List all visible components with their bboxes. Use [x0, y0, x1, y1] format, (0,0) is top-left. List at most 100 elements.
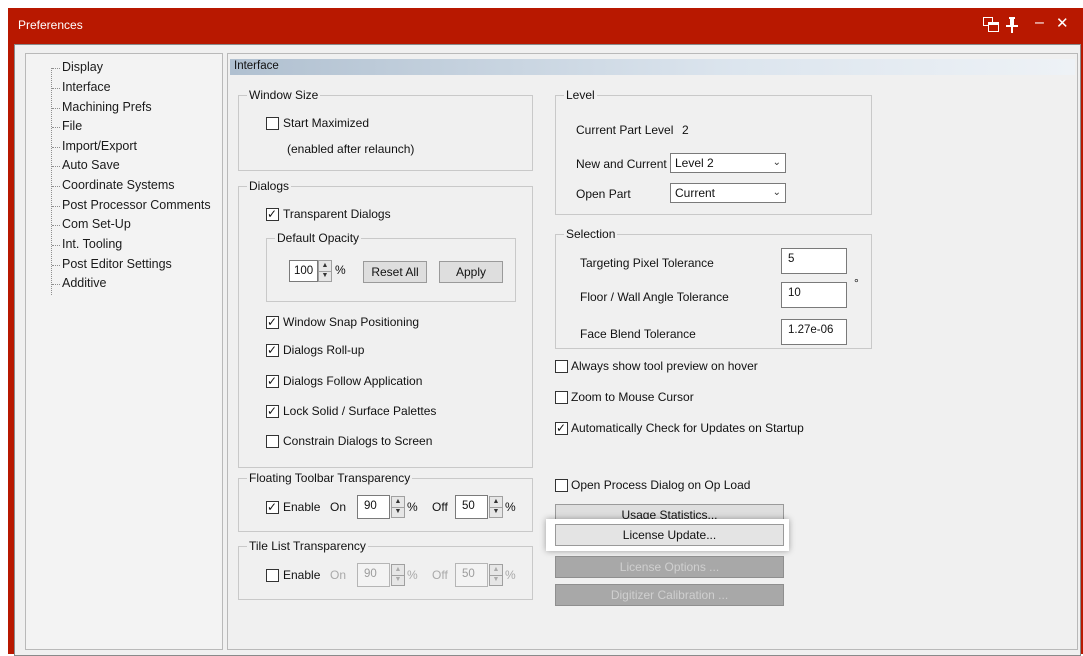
dialogs-rollup-checkbox[interactable]: ✓	[266, 343, 279, 357]
close-icon[interactable]: ✕	[1056, 16, 1069, 32]
transparent-dialogs-checkbox[interactable]: ✓	[266, 207, 279, 221]
floating-off-unit: %	[505, 500, 516, 514]
transparent-dialogs-label: Transparent Dialogs	[283, 207, 391, 221]
tile-enable-checkbox[interactable]	[266, 569, 279, 582]
open-part-label: Open Part	[576, 187, 631, 201]
level-group: Level Current Part Level 2 New and Curre…	[555, 88, 872, 215]
tile-off-input[interactable]: 50	[455, 563, 488, 587]
tile-off-spinner[interactable]: ▲ ▼	[489, 564, 503, 586]
dialogs-group: Dialogs ✓ Transparent Dialogs Default Op…	[238, 179, 533, 468]
check-icon: ✓	[267, 404, 278, 418]
tree-item-display[interactable]: Display	[62, 60, 103, 74]
auto-update-checkbox[interactable]: ✓	[555, 421, 568, 435]
level-legend: Level	[564, 88, 597, 102]
digitizer-calibration-button[interactable]: Digitizer Calibration ...	[555, 584, 784, 606]
tree-connector	[51, 68, 52, 295]
preferences-window: Preferences – ✕ Display Interface Machin…	[8, 8, 1083, 656]
floating-toolbar-group: Floating Toolbar Transparency ✓ Enable O…	[238, 471, 533, 532]
opacity-spinner[interactable]: ▲ ▼	[318, 260, 332, 282]
tree-item-file[interactable]: File	[62, 119, 82, 133]
process-dialog-checkbox[interactable]	[555, 479, 568, 492]
new-and-current-select[interactable]: Level 2 ⌄	[670, 153, 786, 173]
dialogs-follow-label: Dialogs Follow Application	[283, 374, 423, 388]
tree-branch	[52, 206, 60, 207]
tree-item-post-processor-comments[interactable]: Post Processor Comments	[62, 198, 211, 212]
tile-off-label: Off	[432, 568, 448, 582]
tool-preview-checkbox[interactable]	[555, 360, 568, 373]
current-part-level-label: Current Part Level	[576, 123, 674, 137]
spin-down-icon[interactable]: ▼	[490, 507, 502, 517]
zoom-cursor-checkbox[interactable]	[555, 391, 568, 404]
tree-item-int-tooling[interactable]: Int. Tooling	[62, 237, 122, 251]
floating-on-unit: %	[407, 500, 418, 514]
window-snap-label: Window Snap Positioning	[283, 315, 420, 329]
tree-item-import-export[interactable]: Import/Export	[62, 139, 137, 153]
targeting-pixel-input[interactable]: 5	[781, 248, 847, 274]
tree-branch	[52, 284, 60, 285]
floating-off-input[interactable]: 50	[455, 495, 488, 519]
tree-branch	[52, 88, 60, 89]
preferences-client-area: Display Interface Machining Prefs File I…	[14, 44, 1081, 656]
tree-item-interface[interactable]: Interface	[62, 80, 111, 94]
floating-enable-label: Enable	[283, 500, 321, 514]
tile-enable-label: Enable	[283, 568, 321, 582]
tree-branch	[52, 108, 60, 109]
open-part-select[interactable]: Current ⌄	[670, 183, 786, 203]
process-dialog-label: Open Process Dialog on Op Load	[571, 478, 751, 492]
window-snap-checkbox[interactable]: ✓	[266, 315, 279, 329]
tree-item-machining-prefs[interactable]: Machining Prefs	[62, 100, 152, 114]
spin-down-icon[interactable]: ▼	[319, 271, 331, 281]
tree-branch	[52, 68, 60, 69]
tree-branch	[52, 127, 60, 128]
panel-header: Interface	[230, 59, 1075, 75]
new-and-current-value: Level 2	[675, 156, 714, 170]
spin-down-icon[interactable]: ▼	[392, 507, 404, 517]
spin-down-icon[interactable]: ▼	[392, 575, 404, 585]
window-title: Preferences	[18, 18, 83, 32]
tree-item-coordinate-systems[interactable]: Coordinate Systems	[62, 178, 175, 192]
floating-enable-checkbox[interactable]: ✓	[266, 500, 279, 514]
open-part-value: Current	[675, 186, 716, 200]
tile-on-input[interactable]: 90	[357, 563, 390, 587]
floating-off-label: Off	[432, 500, 448, 514]
tile-on-spinner[interactable]: ▲ ▼	[391, 564, 405, 586]
license-update-button[interactable]: License Update...	[555, 524, 784, 546]
tree-branch	[52, 186, 60, 187]
face-blend-label: Face Blend Tolerance	[580, 327, 696, 341]
start-maximized-checkbox[interactable]	[266, 117, 279, 130]
window-size-group: Window Size Start Maximized (enabled aft…	[238, 88, 533, 171]
floating-on-input[interactable]: 90	[357, 495, 390, 519]
dialogs-follow-checkbox[interactable]: ✓	[266, 374, 279, 388]
tile-on-label: On	[330, 568, 347, 582]
opacity-input[interactable]: 100	[289, 260, 318, 282]
face-blend-input[interactable]: 1.27e-06	[781, 319, 847, 345]
dock-icon[interactable]	[983, 17, 999, 36]
tree-item-additive[interactable]: Additive	[62, 276, 106, 290]
check-icon: ✓	[267, 207, 278, 221]
constrain-dialogs-checkbox[interactable]	[266, 435, 279, 448]
constrain-dialogs-label: Constrain Dialogs to Screen	[283, 434, 433, 448]
floating-on-label: On	[330, 500, 347, 514]
lock-palettes-checkbox[interactable]: ✓	[266, 404, 279, 418]
wall-angle-input[interactable]: 10	[781, 282, 847, 308]
auto-update-label: Automatically Check for Updates on Start…	[571, 421, 804, 435]
check-icon: ✓	[267, 374, 278, 388]
wall-angle-label: Floor / Wall Angle Tolerance	[580, 290, 729, 304]
floating-off-spinner[interactable]: ▲ ▼	[489, 496, 503, 518]
tree-item-post-editor-settings[interactable]: Post Editor Settings	[62, 257, 172, 271]
tree-item-com-set-up[interactable]: Com Set-Up	[62, 217, 131, 231]
lock-palettes-label: Lock Solid / Surface Palettes	[283, 404, 437, 418]
license-options-button[interactable]: License Options ...	[555, 556, 784, 578]
title-bar[interactable]: Preferences – ✕	[8, 8, 1083, 43]
pin-icon[interactable]	[1006, 17, 1018, 37]
apply-button[interactable]: Apply	[439, 261, 503, 283]
tree-branch	[52, 225, 60, 226]
reset-all-button[interactable]: Reset All	[363, 261, 427, 283]
spin-down-icon[interactable]: ▼	[490, 575, 502, 585]
check-icon: ✓	[267, 315, 278, 329]
default-opacity-legend: Default Opacity	[275, 231, 362, 245]
floating-on-spinner[interactable]: ▲ ▼	[391, 496, 405, 518]
minimize-icon[interactable]: –	[1035, 15, 1044, 31]
tree-item-auto-save[interactable]: Auto Save	[62, 158, 120, 172]
tile-off-unit: %	[505, 568, 516, 582]
